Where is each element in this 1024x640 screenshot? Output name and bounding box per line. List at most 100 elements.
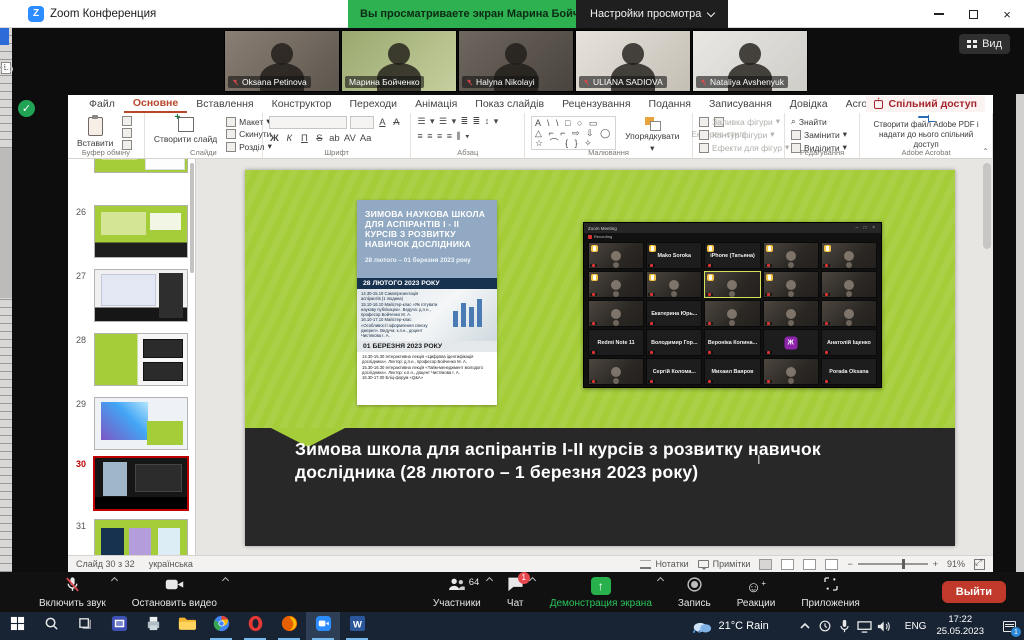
record-button[interactable]: Запись — [665, 572, 724, 612]
font-name-box[interactable] — [269, 116, 347, 129]
ribbon-tab-подання[interactable]: Подання — [640, 96, 700, 112]
zoom-app-taskbar-button[interactable] — [306, 612, 340, 640]
chat-button[interactable]: 1Чат — [494, 572, 537, 612]
reactions-button[interactable]: ☺+Реакции — [724, 572, 789, 612]
zoom-in-icon[interactable]: + — [933, 559, 938, 569]
ribbon-tab-записування[interactable]: Записування — [700, 96, 781, 112]
opera-taskbar-button[interactable] — [238, 612, 272, 640]
display-icon[interactable] — [855, 614, 875, 638]
apps-button[interactable]: Приложения — [788, 572, 873, 612]
ribbon-tab-файл[interactable]: Файл — [80, 96, 124, 112]
shrink-font-icon[interactable]: A — [391, 117, 402, 128]
copy-icon[interactable] — [122, 128, 132, 138]
minimize-button[interactable] — [922, 0, 956, 28]
thumbnail-scrollbar[interactable] — [190, 163, 194, 273]
slide-canvas[interactable]: ЗИМОВА НАУКОВА ШКОЛА ДЛЯ АСПІРАНТІВ І - … — [245, 170, 955, 546]
leave-meeting-button[interactable]: Выйти — [942, 581, 1006, 603]
view-settings-button[interactable]: Настройки просмотра — [576, 0, 728, 28]
slide-thumbnail-25[interactable] — [68, 159, 196, 173]
language-switcher[interactable]: ENG — [905, 621, 927, 632]
notification-center-button[interactable]: 1 — [994, 612, 1024, 640]
chevron-up-icon[interactable] — [111, 577, 118, 584]
font-style-button[interactable]: Aa — [360, 133, 372, 144]
chevron-up-icon[interactable] — [222, 577, 229, 584]
ppt-share-button[interactable]: Спільний доступ — [866, 96, 985, 112]
align-buttons[interactable]: ≡ ≡ ≡ ≡ ⫼ ▾ — [417, 131, 470, 142]
participant-video-tile[interactable]: ULIANA SADIOVA — [575, 30, 691, 92]
font-style-button[interactable]: П — [299, 133, 310, 144]
slide-thumbnail-26[interactable]: 26 — [68, 205, 196, 258]
participants-button[interactable]: 64Участники — [420, 572, 494, 612]
firefox-taskbar-button[interactable] — [272, 612, 306, 640]
movie-app-taskbar-button[interactable] — [102, 612, 136, 640]
zoom-level[interactable]: 91% — [947, 559, 965, 569]
word-app-taskbar-button[interactable]: W — [340, 612, 374, 640]
chevron-up-icon[interactable] — [486, 577, 493, 584]
acrobat-action-button[interactable]: Створити файл Adobe PDF і надати до ньог… — [866, 120, 986, 150]
font-style-button[interactable]: AV — [344, 133, 356, 144]
font-style-button[interactable]: Ж — [269, 133, 280, 144]
font-style-button[interactable]: S — [314, 133, 325, 144]
ribbon-tab-довідка[interactable]: Довідка — [781, 96, 837, 112]
zoom-slider-thumb[interactable] — [902, 559, 906, 569]
video-camera-button[interactable]: Остановить видео — [119, 572, 230, 612]
normal-view-button[interactable] — [759, 559, 772, 570]
ribbon-tab-основне[interactable]: Основне — [124, 95, 187, 113]
participant-video-tile[interactable]: Halyna Nikolayi — [458, 30, 574, 92]
sync-icon[interactable] — [815, 614, 835, 638]
comments-button[interactable]: Примітки — [698, 559, 751, 569]
slide-thumbnail-29[interactable]: 29 — [68, 397, 196, 450]
cut-icon[interactable] — [122, 116, 132, 126]
find-button[interactable]: ⌕ Знайти — [791, 116, 847, 127]
task-view-taskbar-button[interactable] — [68, 612, 102, 640]
chevron-up-icon[interactable] — [657, 577, 664, 584]
collapse-ribbon-icon[interactable]: ⌃ — [982, 147, 989, 156]
slide-thumbnail-27[interactable]: 27 — [68, 269, 196, 322]
editor-scrollbar[interactable] — [983, 163, 991, 249]
new-slide-button[interactable]: Створити слайд — [151, 116, 220, 145]
font-size-box[interactable] — [350, 116, 374, 129]
slide-thumbnail-30[interactable]: 30 — [68, 457, 196, 510]
zoom-slider[interactable]: − + — [847, 559, 938, 569]
close-button[interactable]: × — [990, 0, 1024, 28]
volume-icon[interactable] — [875, 614, 895, 638]
view-button[interactable]: Вид — [959, 34, 1010, 54]
participant-video-tile[interactable]: Марина Бойченко — [341, 30, 457, 92]
taskbar-clock[interactable]: 17:22 25.05.2023 — [936, 614, 984, 638]
slide-sorter-view-button[interactable] — [781, 559, 794, 570]
shape-outline-button[interactable]: Контур фігури ▾ — [699, 129, 789, 140]
zoom-slider-track[interactable] — [858, 563, 928, 565]
chrome-taskbar-button[interactable] — [204, 612, 238, 640]
ribbon-tab-анімація[interactable]: Анімація — [406, 96, 466, 112]
fit-slide-button[interactable] — [974, 559, 985, 570]
zoom-out-icon[interactable]: − — [847, 559, 852, 569]
file-explorer-taskbar-button[interactable] — [170, 612, 204, 640]
slide-thumbnail-28[interactable]: 28 — [68, 333, 196, 386]
ribbon-tab-рецензування[interactable]: Рецензування — [553, 96, 639, 112]
slideshow-button[interactable] — [825, 559, 838, 570]
paste-button[interactable]: Вставити — [74, 116, 116, 149]
microphone-icon[interactable] — [835, 614, 855, 638]
ribbon-tab-показ слайдів[interactable]: Показ слайдів — [466, 96, 553, 112]
windows-start-taskbar-button[interactable] — [0, 612, 34, 640]
shape-effects-button[interactable]: Ефекти для фігур ▾ — [699, 142, 789, 153]
microphone-muted-button[interactable]: Включить звук — [26, 572, 119, 612]
chevron-up-icon[interactable] — [795, 614, 815, 638]
grow-font-icon[interactable]: A — [377, 117, 388, 128]
chevron-up-icon[interactable] — [529, 577, 536, 584]
reading-view-button[interactable] — [803, 559, 816, 570]
slide-thumbnail-31[interactable]: 31 — [68, 519, 196, 555]
participant-video-tile[interactable]: Nataliya Avshenyuk — [692, 30, 808, 92]
font-style-button[interactable]: ab — [329, 133, 340, 144]
replace-button[interactable]: Замінити ▾ — [791, 129, 847, 140]
ribbon-tab-вставлення[interactable]: Вставлення — [187, 96, 262, 112]
screen-share-button[interactable]: ↑Демонстрация экрана — [537, 572, 665, 612]
language-indicator[interactable]: українська — [149, 559, 193, 569]
ribbon-tab-переходи[interactable]: Переходи — [340, 96, 406, 112]
list-buttons[interactable]: ☰ ▾ ☰ ▾ ≣ ≣ ↕ ▾ — [417, 116, 499, 127]
ribbon-tab-конструктор[interactable]: Конструктор — [263, 96, 341, 112]
search-taskbar-button[interactable] — [34, 612, 68, 640]
participant-video-tile[interactable]: Oksana Petinova — [224, 30, 340, 92]
notes-button[interactable]: Нотатки — [640, 559, 688, 569]
shape-fill-button[interactable]: Заливка фігури ▾ — [699, 116, 789, 127]
